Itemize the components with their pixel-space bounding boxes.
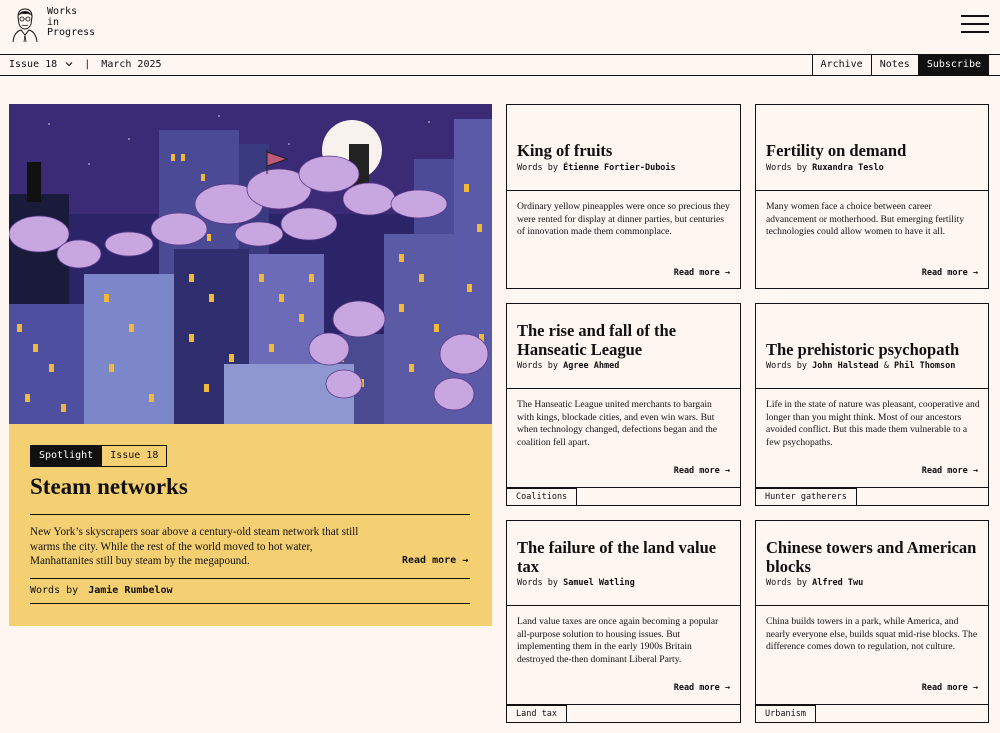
card-description: China builds towers in a park, while Ame… [766,616,978,653]
card-description: Ordinary yellow pineapples were once so … [517,201,730,238]
card-description: Land value taxes are once again becoming… [517,616,719,666]
hero-tags: Spotlight Issue 18 [30,445,168,467]
card-description: Life in the state of nature was pleasant… [766,399,980,449]
author-link[interactable]: Phil Thomson [894,361,955,371]
brand-wordmark: Works in Progress [47,6,96,39]
card-title[interactable]: Fertility on demand [766,141,981,160]
hero-byline: Words by Jamie Rumbelow [30,585,173,596]
issue-bar: Issue 18 | March 2025 Archive Notes Subs… [0,54,1000,76]
hero-panel: Spotlight Issue 18 Steam networks New Yo… [9,424,492,626]
card-byline: Words by Ruxandra Teslo [766,163,884,173]
byline-prefix: Words by [766,361,807,371]
card-byline: Words by Samuel Watling [517,578,635,588]
spotlight-tag[interactable]: Spotlight [30,445,103,467]
article-card[interactable]: King of fruits Words by Étienne Fortier-… [506,104,741,289]
brand[interactable]: Works in Progress [9,5,95,43]
card-byline: Words by John Halstead & Phil Thomson [766,361,955,371]
hamburger-menu-icon[interactable] [961,15,989,35]
menu-bar [961,15,989,17]
author-link[interactable]: Samuel Watling [563,578,635,588]
topic-tag[interactable]: Coalitions [507,488,578,505]
brand-line: Progress [47,27,96,38]
divider [30,578,470,579]
topic-tag[interactable]: Land tax [507,705,567,722]
author-link[interactable]: Agree Ahmed [563,361,619,371]
article-card[interactable]: Fertility on demand Words by Ruxandra Te… [755,104,989,289]
issue-separator: | [84,59,91,70]
article-card[interactable]: Chinese towers and American blocks Words… [755,520,989,723]
subscribe-button[interactable]: Subscribe [917,55,989,75]
card-description: The Hanseatic League united merchants to… [517,399,718,449]
divider [756,388,988,389]
divider [756,605,988,606]
author-link[interactable]: John Halstead [812,361,879,371]
hero-illustration [9,104,492,424]
article-card[interactable]: The prehistoric psychopath Words by John… [755,303,989,506]
divider [756,190,988,191]
menu-bar [961,23,989,25]
top-nav: Archive Notes Subscribe [811,55,989,75]
archive-button[interactable]: Archive [811,55,871,75]
author-link[interactable]: Étienne Fortier-Dubois [563,163,676,173]
card-read-more-link[interactable]: Read more → [922,683,978,693]
chevron-down-icon[interactable] [65,61,73,67]
divider [30,514,470,515]
author-link[interactable]: Ruxandra Teslo [812,163,884,173]
byline-prefix: Words by [517,163,558,173]
issue-label[interactable]: Issue 18 [9,59,57,70]
menu-bar [961,31,989,33]
card-byline: Words by Étienne Fortier-Dubois [517,163,676,173]
byline-prefix: Words by [30,585,79,596]
divider [507,190,740,191]
author-link[interactable]: Jamie Rumbelow [88,585,172,596]
hero-read-more-link[interactable]: Read more → [402,555,468,566]
byline-prefix: Words by [766,163,807,173]
card-description: Many women face a choice between career … [766,201,965,238]
article-card[interactable]: The rise and fall of the Hanseatic Leagu… [506,303,741,506]
topic-tag[interactable]: Urbanism [756,705,816,722]
card-read-more-link[interactable]: Read more → [674,683,730,693]
card-title[interactable]: King of fruits [517,141,732,160]
hero-article[interactable]: Spotlight Issue 18 Steam networks New Yo… [9,104,492,626]
topic-tag[interactable]: Hunter gatherers [756,488,857,505]
byline-prefix: Words by [517,361,558,371]
card-read-more-link[interactable]: Read more → [674,466,730,476]
notes-button[interactable]: Notes [870,55,918,75]
divider [507,605,740,606]
issue-date: March 2025 [101,59,162,70]
hero-title[interactable]: Steam networks [30,474,188,500]
byline-prefix: Words by [766,578,807,588]
author-link[interactable]: Alfred Twu [812,578,863,588]
divider [507,388,740,389]
card-read-more-link[interactable]: Read more → [922,466,978,476]
byline-prefix: Words by [517,578,558,588]
divider [30,603,470,604]
issue-tag[interactable]: Issue 18 [102,445,168,467]
card-read-more-link[interactable]: Read more → [922,268,978,278]
brand-line: Works [47,6,78,17]
card-byline: Words by Alfred Twu [766,578,863,588]
card-byline: Words by Agree Ahmed [517,361,619,371]
issue-selector[interactable]: Issue 18 | March 2025 [9,59,162,70]
byline-ampersand: & [883,361,889,371]
card-read-more-link[interactable]: Read more → [674,268,730,278]
article-card[interactable]: The failure of the land value tax Words … [506,520,741,723]
portrait-logo-icon [12,8,38,43]
hero-description: New York’s skyscrapers soar above a cent… [30,526,359,567]
card-title[interactable]: The failure of the land value tax [517,538,732,576]
card-title[interactable]: Chinese towers and American blocks [766,538,981,576]
card-title[interactable]: The rise and fall of the Hanseatic Leagu… [517,321,732,359]
card-title[interactable]: The prehistoric psychopath [766,340,981,359]
